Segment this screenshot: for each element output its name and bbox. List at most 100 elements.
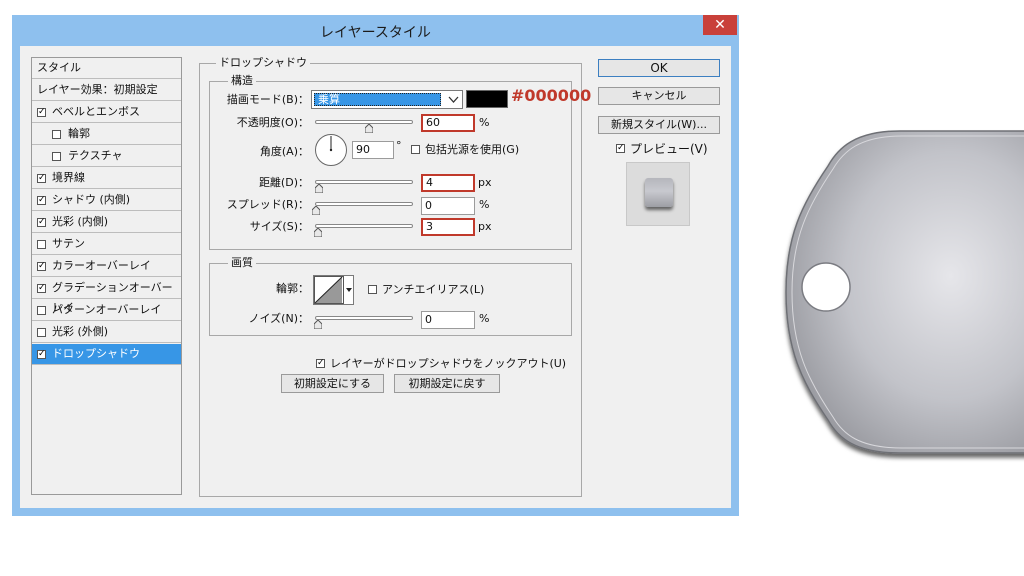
contour-picker[interactable] [313, 275, 354, 305]
style-item-label: 光彩 (内側) [52, 215, 109, 228]
style-item-checkbox[interactable]: ✓ [37, 196, 46, 205]
canvas-dogtag [760, 120, 1024, 470]
angle-dial[interactable] [314, 133, 348, 167]
distance-slider-thumb[interactable] [314, 183, 324, 194]
structure-group: 構造 描画モード(B)： 乗算 #000000 不透明度(O)： 60 % 角度… [209, 75, 591, 250]
style-item-label: パターンオーバーレイ [52, 303, 162, 316]
opacity-input[interactable]: 60 [421, 114, 475, 132]
style-item-label: カラーオーバーレイ [52, 259, 151, 272]
quality-group: 画質 輪郭： アンチエイリアス(L) ノイズ(N)： 0 % [209, 257, 572, 336]
style-list-item[interactable]: ✓ 境界線 [32, 168, 181, 189]
distance-unit: px [478, 176, 492, 189]
style-list-item[interactable]: ✓ グラデーションオーバーレイ [32, 278, 181, 314]
angle-label: 角度(A)： [259, 145, 309, 158]
style-list-item[interactable]: ✓ シャドウ (内側) [32, 190, 181, 211]
drop-shadow-title: ドロップシャドウ [216, 57, 310, 69]
opacity-slider-thumb[interactable] [364, 123, 374, 134]
chevron-down-icon [445, 91, 462, 108]
spread-unit: % [479, 198, 490, 211]
style-list-item[interactable]: テクスチャ [32, 146, 181, 167]
angle-input[interactable]: 90 [352, 141, 394, 159]
style-item-checkbox[interactable]: ✓ [37, 350, 46, 359]
angle-unit: ° [396, 139, 402, 152]
noise-slider[interactable] [315, 316, 413, 320]
structure-title: 構造 [228, 75, 256, 87]
style-list-item[interactable]: ✓ 光彩 (内側) [32, 212, 181, 233]
antialias-checkbox[interactable] [368, 285, 377, 294]
opacity-unit: % [479, 116, 490, 129]
style-list-header[interactable]: スタイル [32, 58, 181, 79]
reset-default-button[interactable]: 初期設定に戻す [394, 374, 500, 393]
preview-checkbox[interactable]: ✓ [616, 144, 625, 153]
opacity-label: 不透明度(O)： [236, 116, 309, 129]
style-list-item[interactable]: ✓ ベベルとエンボス [32, 102, 181, 123]
style-item-label: 境界線 [52, 171, 85, 184]
style-item-checkbox[interactable]: ✓ [37, 262, 46, 271]
spread-slider-thumb[interactable] [311, 205, 321, 216]
global-light-label: 包括光源を使用(G) [425, 143, 520, 156]
size-input[interactable]: 3 [421, 218, 475, 236]
style-item-checkbox[interactable] [37, 306, 46, 315]
drop-shadow-group: ドロップシャドウ 構造 描画モード(B)： 乗算 #000000 不透明度(O)… [199, 57, 591, 497]
style-list-item[interactable]: ✓ ドロップシャドウ [32, 344, 181, 365]
style-item-label: サテン [52, 237, 85, 250]
style-item-checkbox[interactable] [37, 328, 46, 337]
style-item-checkbox[interactable] [52, 152, 61, 161]
knockout-label: レイヤーがドロップシャドウをノックアウト(U) [330, 357, 567, 370]
style-item-checkbox[interactable]: ✓ [37, 174, 46, 183]
style-item-checkbox[interactable] [52, 130, 61, 139]
noise-unit: % [479, 312, 490, 325]
global-light-checkbox[interactable] [411, 145, 420, 154]
close-button[interactable]: ✕ [703, 15, 737, 35]
style-item-label: シャドウ (内側) [52, 193, 131, 206]
style-list-item[interactable]: 輪郭 [32, 124, 181, 145]
shadow-color-swatch[interactable] [466, 90, 508, 108]
size-label: サイズ(S)： [249, 220, 309, 233]
style-list-item[interactable]: 光彩 (外側) [32, 322, 181, 343]
make-default-button[interactable]: 初期設定にする [281, 374, 384, 393]
style-list-item[interactable]: サテン [32, 234, 181, 255]
spread-input[interactable]: 0 [421, 197, 475, 215]
dogtag-artwork [785, 130, 1024, 454]
blend-mode-select[interactable]: 乗算 [311, 90, 463, 109]
style-item-checkbox[interactable]: ✓ [37, 218, 46, 227]
style-list-item[interactable]: ✓ カラーオーバーレイ [32, 256, 181, 277]
color-annotation: #000000 [511, 86, 592, 105]
style-item-checkbox[interactable]: ✓ [37, 284, 46, 293]
noise-label: ノイズ(N)： [248, 312, 309, 325]
style-item-label: 輪郭 [68, 127, 90, 140]
blend-mode-value: 乗算 [314, 93, 441, 106]
dialog-title: レイヤースタイル [320, 25, 431, 41]
layer-style-dialog: レイヤースタイル ✕ スタイル レイヤー効果：初期設定 ✓ ベベルとエンボス輪郭テク… [12, 15, 739, 516]
dialog-body: スタイル レイヤー効果：初期設定 ✓ ベベルとエンボス輪郭テクスチャ ✓ 境界線 ✓ シャド… [20, 46, 731, 508]
distance-input[interactable]: 4 [421, 174, 475, 192]
style-item-label: レイヤー効果：初期設定 [37, 83, 158, 96]
style-item-label: ドロップシャドウ [52, 347, 140, 360]
style-preview-thumbnail [626, 162, 690, 226]
size-slider[interactable] [315, 224, 413, 228]
size-slider-thumb[interactable] [313, 227, 323, 238]
knockout-checkbox[interactable]: ✓ [316, 359, 325, 368]
style-item-label: ベベルとエンボス [52, 105, 140, 118]
opacity-slider[interactable] [315, 120, 413, 124]
quality-title: 画質 [228, 257, 256, 269]
noise-input[interactable]: 0 [421, 311, 475, 329]
antialias-label: アンチエイリアス(L) [382, 283, 485, 296]
blend-mode-label: 描画モード(B)： [226, 93, 309, 106]
style-list-item[interactable]: パターンオーバーレイ [32, 300, 181, 321]
distance-slider[interactable] [315, 180, 413, 184]
title-bar[interactable]: レイヤースタイル ✕ [12, 15, 739, 45]
spread-label: スプレッド(R)： [226, 198, 309, 211]
ok-button[interactable]: OK [598, 59, 720, 77]
style-item-checkbox[interactable]: ✓ [37, 108, 46, 117]
style-list-header-label: スタイル [37, 61, 81, 74]
preview-label: プレビュー(V) [630, 142, 708, 156]
cancel-button[interactable]: キャンセル [598, 87, 720, 105]
new-style-button[interactable]: 新規スタイル(W)... [598, 116, 720, 134]
style-item-checkbox[interactable] [37, 240, 46, 249]
style-list-item[interactable]: レイヤー効果：初期設定 [32, 80, 181, 101]
spread-slider[interactable] [315, 202, 413, 206]
preview-swatch [645, 178, 673, 207]
contour-label: 輪郭： [276, 282, 309, 295]
noise-slider-thumb[interactable] [313, 319, 323, 330]
